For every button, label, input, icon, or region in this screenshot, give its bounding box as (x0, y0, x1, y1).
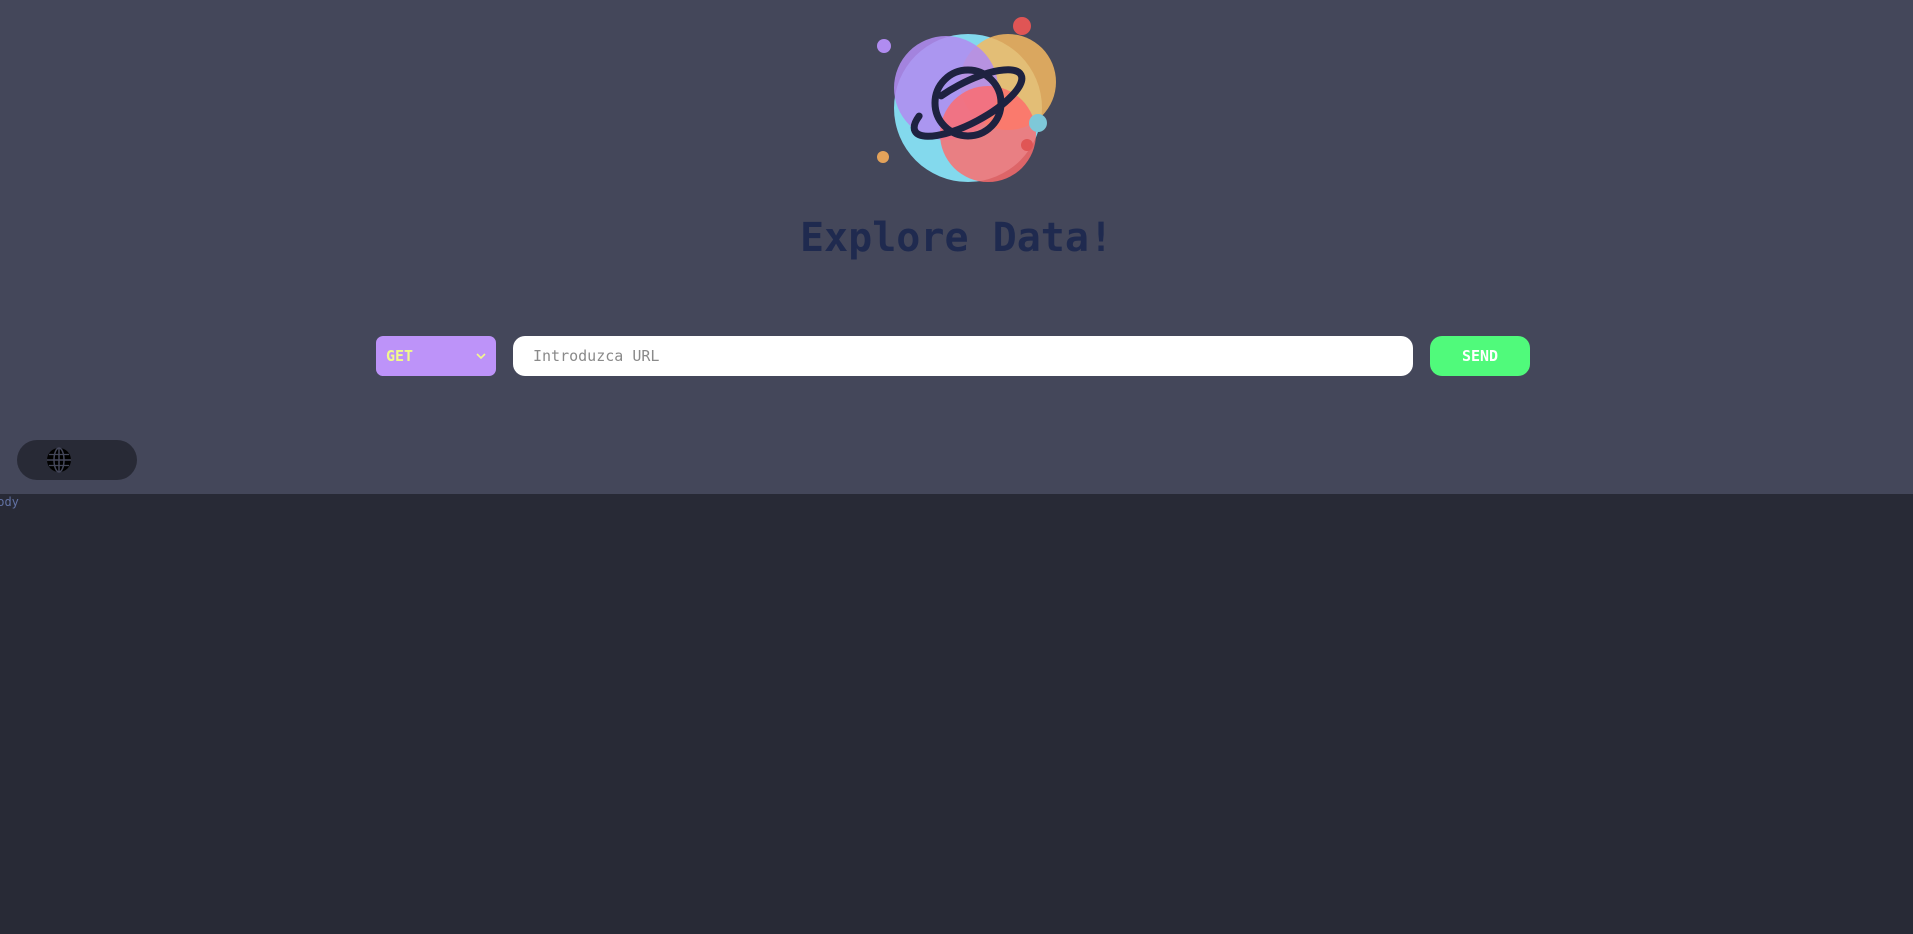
language-toggle[interactable] (17, 440, 137, 480)
chevron-down-icon (476, 351, 486, 361)
logo-dot (1013, 17, 1031, 35)
logo-dot (877, 39, 891, 53)
logo-dot (1021, 139, 1033, 151)
page-title: Explore Data! (799, 215, 1114, 261)
url-input[interactable] (513, 336, 1413, 376)
globe-icon (47, 447, 71, 473)
logo-dot (1029, 114, 1047, 132)
logo-dot (877, 151, 889, 163)
response-body-label: body (0, 495, 19, 509)
send-button[interactable]: SEND (1430, 336, 1530, 376)
planet-logo-icon (877, 17, 1056, 182)
request-panel: Explore Data! GET SEND (0, 0, 1913, 494)
http-method-value: GET (386, 347, 414, 365)
http-method-select[interactable]: GET (376, 336, 496, 376)
